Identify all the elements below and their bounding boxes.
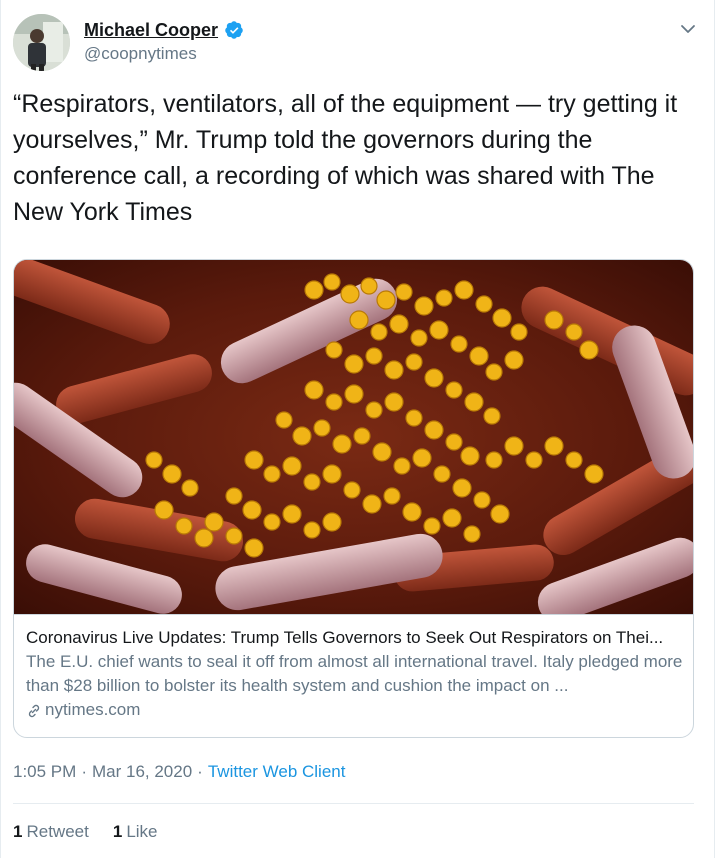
tweet-metadata: 1:05 PM · Mar 16, 2020 · Twitter Web Cli… [13, 762, 345, 782]
tweet-header: Michael Cooper @coopnytimes [13, 14, 703, 72]
link-description: The E.U. chief wants to seal it off from… [26, 652, 683, 695]
retweet-stat[interactable]: 1 Retweet [13, 822, 89, 842]
link-preview-image[interactable] [14, 260, 693, 615]
author-handle[interactable]: @coopnytimes [84, 44, 244, 64]
avatar[interactable] [13, 14, 70, 71]
tweet-date[interactable]: Mar 16, 2020 [92, 762, 192, 782]
meta-separator: · [81, 762, 87, 781]
link-title[interactable]: Coronavirus Live Updates: Trump Tells Go… [26, 626, 684, 650]
tweet-stats: 1 Retweet 1 Like [13, 822, 158, 842]
chevron-down-icon[interactable] [679, 20, 697, 38]
like-label: Like [126, 822, 158, 841]
tweet-client[interactable]: Twitter Web Client [208, 762, 346, 782]
divider [13, 803, 694, 804]
like-stat[interactable]: 1 Like [113, 822, 158, 842]
link-icon [26, 702, 42, 718]
link-domain-row: nytimes.com [26, 698, 684, 722]
retweet-count: 1 [13, 822, 23, 841]
link-preview-card[interactable]: Coronavirus Live Updates: Trump Tells Go… [13, 259, 694, 738]
author-block: Michael Cooper @coopnytimes [84, 18, 244, 64]
verified-badge-icon [224, 20, 244, 40]
tweet-text: “Respirators, ventilators, all of the eq… [13, 90, 678, 226]
name-row: Michael Cooper [84, 18, 244, 42]
like-count: 1 [112, 822, 123, 841]
retweet-label: Retweet [26, 822, 89, 841]
link-domain: nytimes.com [45, 700, 141, 719]
tweet-time[interactable]: 1:05 PM [13, 762, 76, 782]
tweet-card: Michael Cooper @coopnytimes “Respirators… [0, 0, 715, 858]
meta-separator: · [197, 762, 203, 781]
author-name[interactable]: Michael Cooper [84, 20, 218, 41]
link-preview-body: Coronavirus Live Updates: Trump Tells Go… [26, 626, 684, 722]
